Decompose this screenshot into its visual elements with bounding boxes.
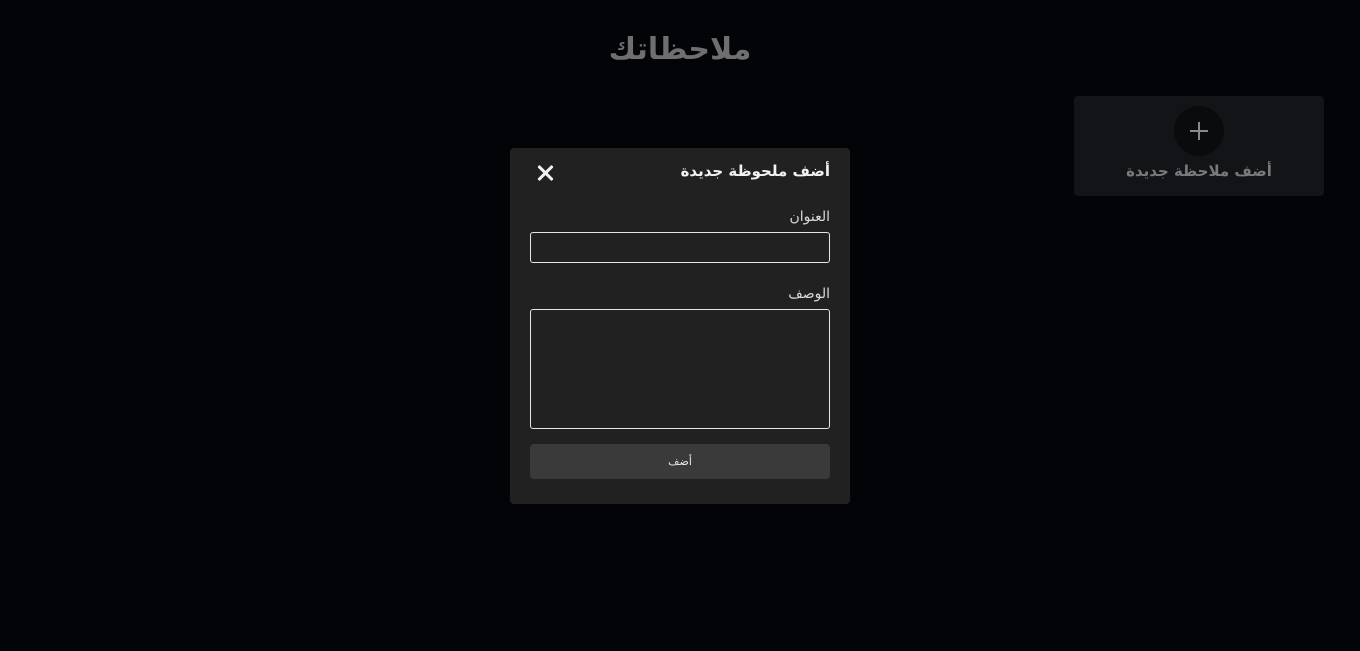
modal-header: أضف ملحوظة جديدة xyxy=(530,148,830,198)
page-title: ملاحظاتك xyxy=(608,32,752,67)
plus-icon xyxy=(1189,121,1209,141)
title-input[interactable] xyxy=(530,232,830,263)
add-note-circle[interactable] xyxy=(1174,106,1224,156)
title-field-label: العنوان xyxy=(789,209,830,225)
modal-title: أضف ملحوظة جديدة xyxy=(680,162,830,180)
close-icon[interactable] xyxy=(534,162,556,184)
add-note-modal: أضف ملحوظة جديدة العنوان الوصف أضف xyxy=(510,148,850,504)
description-input[interactable] xyxy=(530,309,830,429)
add-note-label: أضف ملاحظة جديدة xyxy=(1126,162,1272,180)
description-field-label: الوصف xyxy=(788,286,830,302)
notes-page: ملاحظاتك أضف ملاحظة جديدة أضف ملحوظة جدي… xyxy=(0,0,1360,651)
add-note-submit-button[interactable]: أضف xyxy=(530,444,830,479)
add-note-card[interactable]: أضف ملاحظة جديدة xyxy=(1074,96,1324,196)
